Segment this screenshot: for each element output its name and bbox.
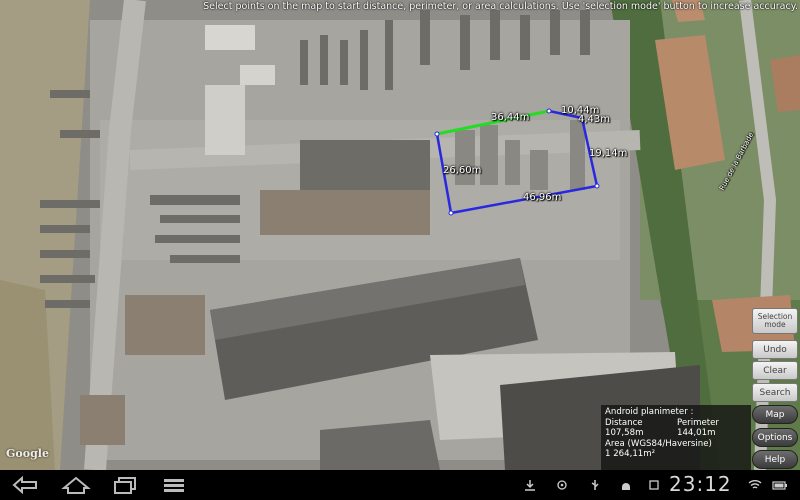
instruction-text: Select points on the map to start distan… xyxy=(203,1,798,12)
perimeter-value: 144,01m xyxy=(677,428,716,438)
satellite-map[interactable]: Select points on the map to start distan… xyxy=(0,0,800,470)
menu-icon[interactable] xyxy=(158,474,190,496)
wifi-icon xyxy=(748,480,762,489)
map-imagery xyxy=(0,0,800,470)
help-button[interactable]: Help xyxy=(752,450,798,469)
area-value: 1 264,11m² xyxy=(605,449,656,459)
battery-icon xyxy=(772,481,787,490)
home-icon[interactable] xyxy=(60,474,92,496)
search-button[interactable]: Search xyxy=(752,383,798,402)
distance-label: Distance xyxy=(605,417,643,428)
clear-button[interactable]: Clear xyxy=(752,361,798,380)
planimeter-panel: Android planimeter : Distance Perimeter … xyxy=(601,405,751,470)
measure-label: 19,14m xyxy=(589,148,628,159)
panel-title: Android planimeter : xyxy=(605,407,694,417)
measure-label: 46,96m xyxy=(523,192,562,203)
gps-icon xyxy=(557,480,567,490)
perimeter-label: Perimeter xyxy=(677,417,719,428)
area-label: Area (WGS84/Haversine) xyxy=(605,438,712,449)
clock: 23:12 xyxy=(669,472,732,496)
options-button[interactable]: Options xyxy=(752,428,798,447)
google-logo: Google xyxy=(6,447,49,460)
recent-apps-icon[interactable] xyxy=(110,474,142,496)
system-nav-bar: 23:12 xyxy=(0,470,800,500)
measure-label: 4,43m xyxy=(578,114,611,125)
back-icon[interactable] xyxy=(10,474,42,496)
undo-button[interactable]: Undo xyxy=(752,340,798,359)
usb-icon xyxy=(591,480,599,490)
distance-value: 107,58m xyxy=(605,428,644,438)
measure-label: 36,44m xyxy=(491,112,530,123)
selection-mode-button[interactable]: Selection mode xyxy=(752,308,798,334)
notification-icon xyxy=(649,480,659,490)
measure-label: 26,60m xyxy=(443,165,482,176)
download-icon xyxy=(525,480,535,491)
map-button[interactable]: Map xyxy=(752,405,798,424)
android-debug-icon xyxy=(622,483,630,490)
